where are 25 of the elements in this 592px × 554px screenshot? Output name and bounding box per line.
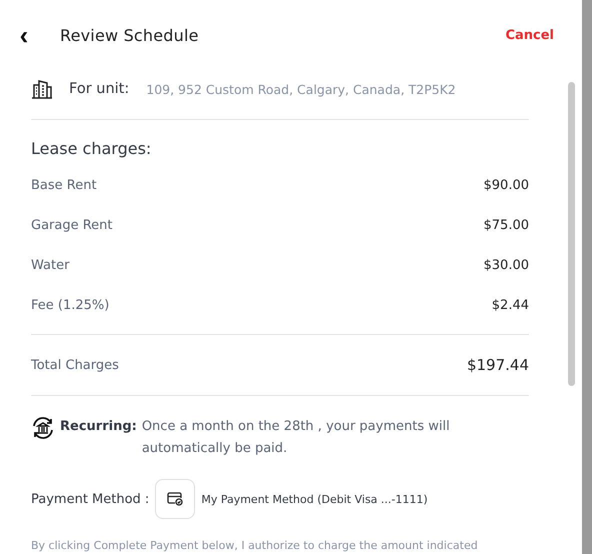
recurring-label: Recurring: [60, 418, 137, 436]
recurring-text: Once a month on the 28th , your payments will automatically be paid. [142, 418, 451, 458]
payment-label: Payment Method : [31, 492, 150, 506]
section-heading: Lease charges: [31, 139, 152, 158]
charge-amount: $2.44 [492, 298, 529, 312]
charge-name: Water [31, 258, 70, 272]
back-button[interactable]: ‹ [14, 22, 34, 48]
scrollbar[interactable] [568, 82, 575, 386]
total-label: Total Charges [31, 358, 119, 372]
charge-name: Garage Rent [31, 218, 113, 232]
recurring-bank-icon [31, 416, 55, 440]
charge-amount: $30.00 [484, 258, 529, 272]
payment-method: My Payment Method (Debit Visa ...-1111) [201, 492, 428, 506]
charge-name: Base Rent [31, 178, 97, 192]
charge-name: Fee (1.25%) [31, 298, 110, 312]
card-check-icon [167, 492, 184, 506]
total-amount: $197.44 [466, 356, 529, 374]
charge-amount: $90.00 [484, 178, 529, 192]
building-icon [31, 79, 53, 99]
unit-address: 109, 952 Custom Road, Calgary, Canada, T2P5K2 [146, 82, 456, 96]
dialog-title: Review Schedule [60, 26, 200, 44]
cancel-button[interactable]: Cancel [505, 28, 554, 42]
unit-label: For unit: [69, 81, 130, 97]
charge-amount: $75.00 [484, 218, 529, 232]
disclaimer-text: By clicking Complete Payment below, I authorize to charge the amount indicated [31, 539, 479, 552]
